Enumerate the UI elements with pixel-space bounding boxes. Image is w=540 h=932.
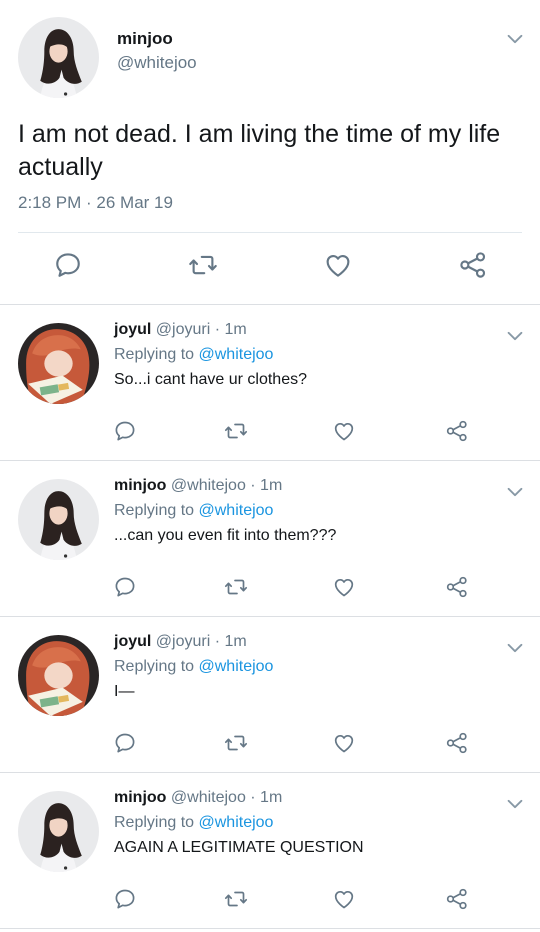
reply-icon[interactable]: [113, 419, 137, 443]
replying-to-prefix: Replying to: [114, 502, 199, 519]
replying-to: Replying to @whitejoo: [114, 502, 273, 520]
author-name[interactable]: minjoo: [117, 29, 173, 49]
mention-link[interactable]: @whitejoo: [199, 814, 274, 831]
reply-icon[interactable]: [113, 887, 137, 911]
tweet-actions: [0, 250, 540, 286]
author-name[interactable]: minjoo: [114, 789, 166, 806]
joyul-avatar-image: [18, 323, 99, 404]
chevron-down-icon[interactable]: [504, 481, 526, 503]
reply-text: I—: [114, 683, 135, 700]
avatar[interactable]: [18, 479, 99, 560]
replying-to: Replying to @whitejoo: [114, 346, 273, 364]
mention-link[interactable]: @whitejoo: [199, 502, 274, 519]
replying-to: Replying to @whitejoo: [114, 814, 273, 832]
minjoo-avatar-image: [18, 791, 99, 872]
avatar[interactable]: [18, 791, 99, 872]
author-name[interactable]: joyul: [114, 321, 151, 338]
author-name[interactable]: joyul: [114, 633, 151, 650]
like-icon[interactable]: [332, 419, 356, 443]
avatar[interactable]: [18, 635, 99, 716]
replying-to: Replying to @whitejoo: [114, 658, 273, 676]
avatar[interactable]: [18, 323, 99, 404]
like-icon[interactable]: [332, 575, 356, 599]
retweet-icon[interactable]: [224, 575, 248, 599]
author-handle[interactable]: @joyuri · 1m: [156, 633, 247, 650]
reply-text: ...can you even fit into them???: [114, 527, 337, 544]
reply-tweet[interactable]: minjoo @whitejoo · 1m Replying to @white…: [0, 461, 540, 617]
tweet-actions: [0, 419, 540, 449]
replying-to-prefix: Replying to: [114, 814, 199, 831]
reply-text: AGAIN A LEGITIMATE QUESTION: [114, 839, 364, 856]
reply-icon[interactable]: [113, 731, 137, 755]
replying-to-prefix: Replying to: [114, 346, 199, 363]
minjoo-avatar-image: [18, 479, 99, 560]
retweet-icon[interactable]: [224, 419, 248, 443]
like-icon[interactable]: [323, 250, 353, 280]
tweet-actions: [0, 575, 540, 605]
reply-text: So...i cant have ur clothes?: [114, 371, 307, 388]
reply-tweet[interactable]: joyul @joyuri · 1m Replying to @whitejoo…: [0, 305, 540, 461]
tweet-text: I am not dead. I am living the time of m…: [18, 120, 501, 181]
author-handle[interactable]: @whitejoo · 1m: [171, 477, 282, 494]
main-tweet: minjoo @whitejoo I am not dead. I am liv…: [0, 0, 540, 304]
share-icon[interactable]: [445, 887, 469, 911]
replying-to-prefix: Replying to: [114, 658, 199, 675]
reply-icon[interactable]: [113, 575, 137, 599]
minjoo-avatar-image: [18, 17, 99, 98]
tweet-actions: [0, 731, 540, 761]
reply-header: joyul @joyuri · 1m: [114, 633, 247, 651]
retweet-icon[interactable]: [188, 250, 218, 280]
author-handle[interactable]: @whitejoo: [117, 53, 197, 73]
tweet-timestamp[interactable]: 2:18 PM · 26 Mar 19: [18, 193, 173, 213]
mention-link[interactable]: @whitejoo: [199, 658, 274, 675]
mention-link[interactable]: @whitejoo: [199, 346, 274, 363]
divider: [0, 928, 540, 929]
author-handle[interactable]: @whitejoo · 1m: [171, 789, 282, 806]
like-icon[interactable]: [332, 731, 356, 755]
author-name[interactable]: minjoo: [114, 477, 166, 494]
chevron-down-icon[interactable]: [504, 637, 526, 659]
share-icon[interactable]: [445, 419, 469, 443]
reply-icon[interactable]: [53, 250, 83, 280]
reply-tweet[interactable]: joyul @joyuri · 1m Replying to @whitejoo…: [0, 617, 540, 773]
like-icon[interactable]: [332, 887, 356, 911]
reply-header: minjoo @whitejoo · 1m: [114, 789, 282, 807]
share-icon[interactable]: [445, 731, 469, 755]
divider: [18, 232, 522, 233]
chevron-down-icon[interactable]: [504, 793, 526, 815]
reply-header: joyul @joyuri · 1m: [114, 321, 247, 339]
tweet-actions: [0, 887, 540, 917]
avatar[interactable]: [18, 17, 99, 98]
chevron-down-icon[interactable]: [504, 28, 526, 50]
share-icon[interactable]: [445, 575, 469, 599]
retweet-icon[interactable]: [224, 887, 248, 911]
reply-tweet[interactable]: minjoo @whitejoo · 1m Replying to @white…: [0, 773, 540, 929]
share-icon[interactable]: [458, 250, 488, 280]
joyul-avatar-image: [18, 635, 99, 716]
retweet-icon[interactable]: [224, 731, 248, 755]
reply-header: minjoo @whitejoo · 1m: [114, 477, 282, 495]
author-handle[interactable]: @joyuri · 1m: [156, 321, 247, 338]
chevron-down-icon[interactable]: [504, 325, 526, 347]
